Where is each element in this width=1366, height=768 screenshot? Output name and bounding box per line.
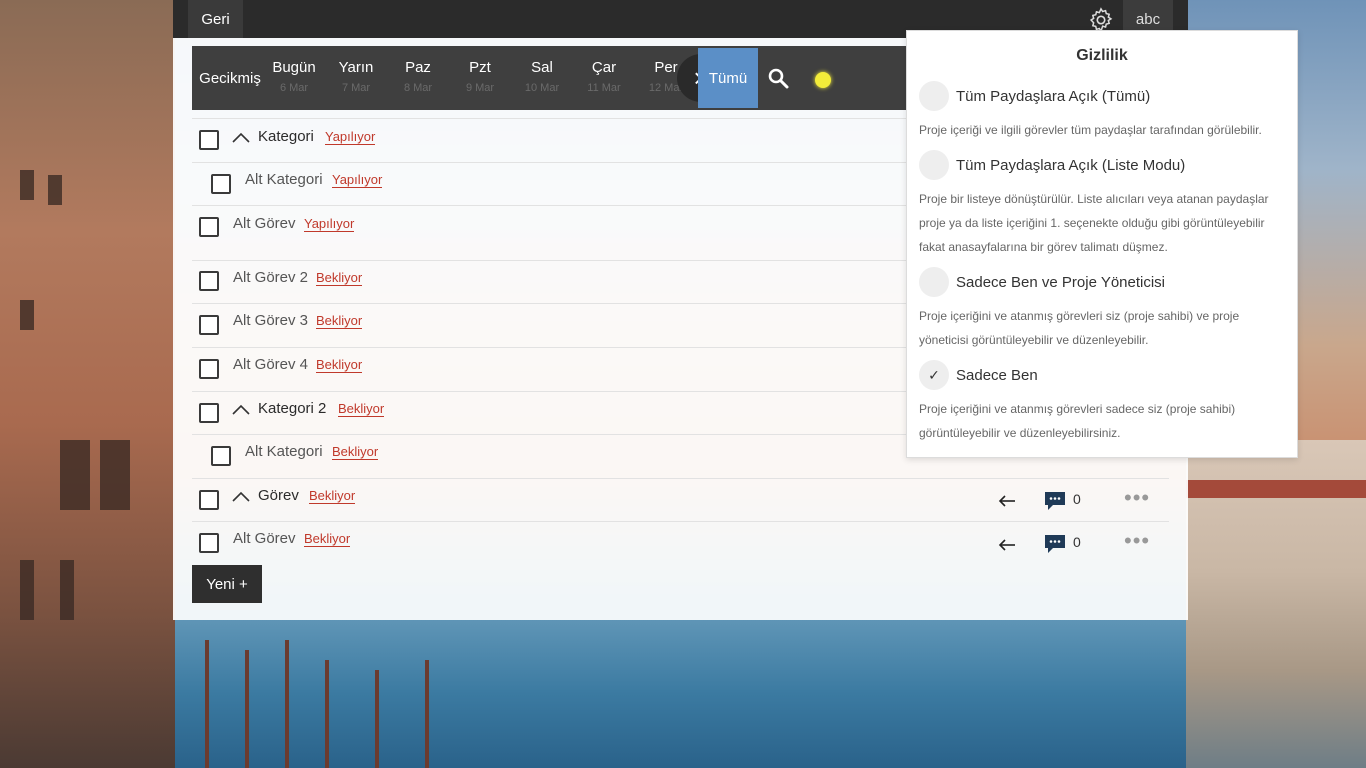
task-checkbox[interactable] bbox=[199, 217, 219, 237]
check-icon[interactable]: ✓ bbox=[919, 360, 949, 390]
list-item[interactable]: Alt Görev Bekliyor 0 ••• bbox=[192, 521, 1169, 565]
day-date: 9 Mar bbox=[465, 82, 495, 94]
task-checkbox[interactable] bbox=[199, 403, 219, 423]
day-date: 7 Mar bbox=[341, 82, 371, 94]
back-button[interactable]: Geri bbox=[188, 0, 243, 38]
tab-day-monday[interactable]: Pzt 9 Mar bbox=[456, 46, 504, 110]
item-title[interactable]: Kategori 2 bbox=[258, 400, 326, 417]
more-options-icon[interactable]: ••• bbox=[1124, 487, 1150, 509]
option-description: Proje içeriğini ve atanmış görevleri siz… bbox=[919, 309, 1240, 347]
day-date: 11 Mar bbox=[587, 82, 621, 94]
arrow-left-icon[interactable] bbox=[998, 538, 1016, 552]
tab-day-today[interactable]: Bugün 6 Mar bbox=[270, 46, 318, 110]
chevron-up-icon[interactable] bbox=[231, 404, 251, 416]
status-badge[interactable]: Bekliyor bbox=[304, 531, 351, 547]
day-name: Pzt bbox=[469, 59, 491, 76]
status-badge[interactable]: Yapılıyor bbox=[332, 172, 383, 188]
option-label[interactable]: Tüm Paydaşlara Açık (Tümü) bbox=[956, 88, 1150, 105]
task-checkbox[interactable] bbox=[199, 533, 219, 553]
task-checkbox[interactable] bbox=[199, 315, 219, 335]
status-badge[interactable]: Bekliyor bbox=[338, 401, 385, 417]
day-name: Bugün bbox=[272, 59, 316, 76]
task-checkbox[interactable] bbox=[199, 490, 219, 510]
more-options-icon[interactable]: ••• bbox=[1124, 530, 1150, 552]
background-buildings-right bbox=[1186, 440, 1366, 768]
privacy-option-list-mode[interactable]: Tüm Paydaşlara Açık (Liste Modu) bbox=[919, 150, 1185, 180]
option-label[interactable]: Sadece Ben bbox=[956, 367, 1038, 384]
item-title[interactable]: Görev bbox=[258, 487, 299, 504]
radio-button[interactable] bbox=[919, 150, 949, 180]
status-badge[interactable]: Bekliyor bbox=[309, 488, 356, 504]
option-description: Proje bir listeye dönüştürülür. Liste al… bbox=[919, 192, 1269, 254]
list-item[interactable]: Görev Bekliyor 0 ••• bbox=[192, 478, 1169, 521]
privacy-title: Gizlilik bbox=[1076, 47, 1128, 64]
status-badge[interactable]: Yapılıyor bbox=[325, 129, 376, 145]
privacy-option-all[interactable]: Tüm Paydaşlara Açık (Tümü) bbox=[919, 81, 1150, 111]
day-name: Paz bbox=[405, 59, 431, 76]
item-title[interactable]: Kategori bbox=[258, 128, 314, 145]
task-checkbox[interactable] bbox=[211, 174, 231, 194]
task-checkbox[interactable] bbox=[211, 446, 231, 466]
background-buildings-left bbox=[0, 0, 175, 768]
tab-day-tuesday[interactable]: Sal 10 Mar bbox=[518, 46, 566, 110]
tab-day-sunday[interactable]: Paz 8 Mar bbox=[394, 46, 442, 110]
status-badge[interactable]: Bekliyor bbox=[316, 270, 363, 286]
status-indicator-dot[interactable] bbox=[815, 72, 831, 88]
task-checkbox[interactable] bbox=[199, 130, 219, 150]
day-name: Sal bbox=[531, 59, 553, 76]
day-name: Yarın bbox=[338, 59, 374, 76]
tab-day-wednesday[interactable]: Çar 11 Mar bbox=[580, 46, 628, 110]
item-title[interactable]: Alt Görev bbox=[233, 530, 296, 547]
option-label[interactable]: Sadece Ben ve Proje Yöneticisi bbox=[956, 274, 1165, 291]
comment-icon[interactable] bbox=[1044, 491, 1066, 511]
new-item-button[interactable]: Yeni + bbox=[192, 565, 262, 603]
comment-icon[interactable] bbox=[1044, 534, 1066, 554]
search-icon[interactable] bbox=[766, 66, 790, 90]
tab-day-tomorrow[interactable]: Yarın 7 Mar bbox=[332, 46, 380, 110]
day-date: 10 Mar bbox=[524, 82, 560, 94]
radio-button[interactable] bbox=[919, 81, 949, 111]
tab-overdue[interactable]: Gecikmiş bbox=[192, 46, 268, 110]
privacy-panel: Gizlilik Tüm Paydaşlara Açık (Tümü) Proj… bbox=[906, 30, 1298, 458]
item-title[interactable]: Alt Kategori bbox=[245, 443, 323, 460]
day-date: 8 Mar bbox=[403, 82, 433, 94]
item-title[interactable]: Alt Görev 4 bbox=[233, 356, 308, 373]
status-badge[interactable]: Bekliyor bbox=[316, 357, 363, 373]
item-title[interactable]: Alt Görev 2 bbox=[233, 269, 308, 286]
day-date: 6 Mar bbox=[279, 82, 309, 94]
privacy-option-only-me[interactable]: ✓ Sadece Ben bbox=[919, 360, 1038, 390]
item-title[interactable]: Alt Görev 3 bbox=[233, 312, 308, 329]
radio-button[interactable] bbox=[919, 267, 949, 297]
item-title[interactable]: Alt Kategori bbox=[245, 171, 323, 188]
status-badge[interactable]: Yapılıyor bbox=[304, 216, 355, 232]
tab-all[interactable]: Tümü bbox=[698, 48, 758, 108]
chevron-up-icon[interactable] bbox=[231, 491, 251, 503]
task-checkbox[interactable] bbox=[199, 271, 219, 291]
status-badge[interactable]: Bekliyor bbox=[332, 444, 379, 460]
status-badge[interactable]: Bekliyor bbox=[316, 313, 363, 329]
option-label[interactable]: Tüm Paydaşlara Açık (Liste Modu) bbox=[956, 157, 1185, 174]
item-title[interactable]: Alt Görev bbox=[233, 215, 296, 232]
comment-count: 0 bbox=[1073, 534, 1081, 550]
privacy-option-me-and-manager[interactable]: Sadece Ben ve Proje Yöneticisi bbox=[919, 267, 1165, 297]
comment-count: 0 bbox=[1073, 491, 1081, 507]
chevron-up-icon[interactable] bbox=[231, 132, 251, 144]
day-name: Çar bbox=[591, 59, 617, 76]
option-description: Proje içeriğini ve atanmış görevleri sad… bbox=[919, 402, 1236, 440]
arrow-left-icon[interactable] bbox=[998, 494, 1016, 508]
option-description: Proje içeriği ve ilgili görevler tüm pay… bbox=[919, 123, 1262, 137]
background-canal bbox=[175, 620, 1186, 768]
task-checkbox[interactable] bbox=[199, 359, 219, 379]
